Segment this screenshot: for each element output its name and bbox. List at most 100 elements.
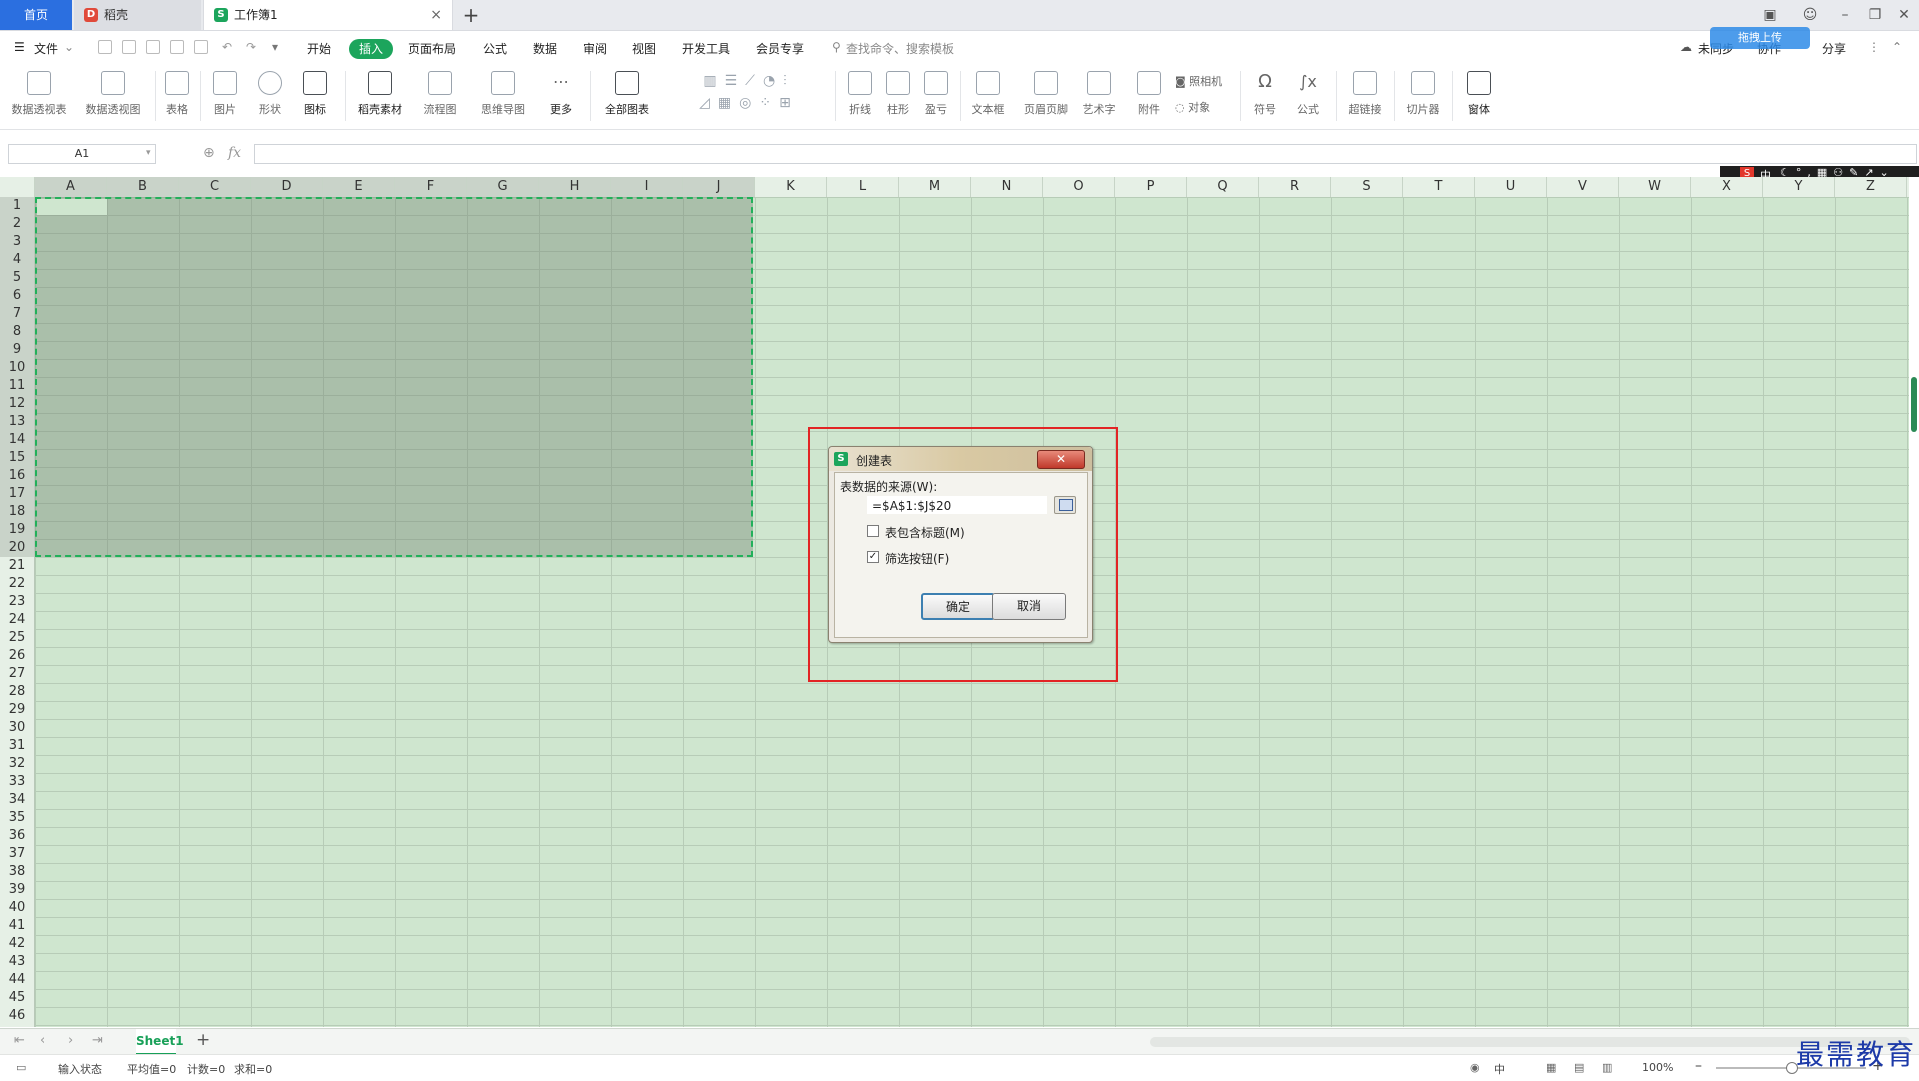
column-header-u[interactable]: U [1475,177,1547,197]
row-header-6[interactable]: 6 [0,287,34,305]
row-header-20[interactable]: 20 [0,539,34,557]
row-header-24[interactable]: 24 [0,611,34,629]
row-header-40[interactable]: 40 [0,899,34,917]
column-header-h[interactable]: H [539,177,611,197]
row-header-11[interactable]: 11 [0,377,34,395]
row-header-33[interactable]: 33 [0,773,34,791]
eye-protection-icon[interactable]: ◉ [1470,1061,1480,1074]
chevron-down-icon[interactable]: ⌄ [64,40,74,54]
restore-button[interactable]: ❐ [1860,0,1890,30]
row-header-13[interactable]: 13 [0,413,34,431]
vertical-scroll-thumb[interactable] [1911,377,1917,432]
share-button[interactable]: 分享 [1822,40,1846,57]
row-header-1[interactable]: 1 [0,197,34,215]
print-preview-icon[interactable] [194,40,208,54]
row-header-45[interactable]: 45 [0,989,34,1007]
column-header-r[interactable]: R [1259,177,1331,197]
ok-button[interactable]: 确定 [921,593,995,620]
dialog-close-button[interactable]: ✕ [1037,450,1085,469]
line-chart-icon[interactable]: ⟋ [745,73,755,89]
normal-view-icon[interactable]: ▦ [1546,1061,1556,1074]
filter-checkbox[interactable]: ✓ [867,551,879,563]
row-header-17[interactable]: 17 [0,485,34,503]
mindmap-button[interactable]: 思维导图 [472,65,534,117]
row-header-3[interactable]: 3 [0,233,34,251]
row-header-46[interactable]: 46 [0,1007,34,1025]
print-icon[interactable] [170,40,184,54]
first-sheet-icon[interactable]: ⇤ [14,1033,25,1048]
row-header-4[interactable]: 4 [0,251,34,269]
column-header-n[interactable]: N [971,177,1043,197]
row-header-26[interactable]: 26 [0,647,34,665]
float-upload-badge[interactable]: 拖拽上传 [1710,27,1810,49]
tab-daoke[interactable]: D 稻壳 [74,0,201,30]
icons-button[interactable]: 图标 [295,65,335,117]
tab-home[interactable]: 首页 [0,0,72,30]
cancel-button[interactable]: 取消 [992,593,1066,620]
menu-data[interactable]: 数据 [533,40,557,57]
scatter-chart-icon[interactable]: ⁘ [759,95,771,111]
new-tab-button[interactable]: + [460,0,482,30]
pie-chart-icon[interactable]: ◔ [763,73,775,89]
column-header-l[interactable]: L [827,177,899,197]
range-picker-button[interactable] [1054,496,1076,514]
zoom-formula-icon[interactable]: ⊕ [203,145,215,161]
row-header-25[interactable]: 25 [0,629,34,647]
row-header-16[interactable]: 16 [0,467,34,485]
name-box[interactable]: A1 [8,144,156,164]
row-header-31[interactable]: 31 [0,737,34,755]
row-header-29[interactable]: 29 [0,701,34,719]
row-header-34[interactable]: 34 [0,791,34,809]
row-header-23[interactable]: 23 [0,593,34,611]
shape-button[interactable]: 形状 [250,65,290,117]
wordart-button[interactable]: 艺术字 [1076,65,1122,117]
prev-sheet-icon[interactable]: ‹ [40,1033,45,1048]
row-header-42[interactable]: 42 [0,935,34,953]
daoke-assets-button[interactable]: 稻壳素材 [352,65,408,117]
new-icon[interactable] [98,40,112,54]
menu-page-layout[interactable]: 页面布局 [408,40,456,57]
row-header-27[interactable]: 27 [0,665,34,683]
row-header-35[interactable]: 35 [0,809,34,827]
row-header-5[interactable]: 5 [0,269,34,287]
column-header-d[interactable]: D [251,177,323,197]
row-header-44[interactable]: 44 [0,971,34,989]
sparkline-winloss-button[interactable]: 盈亏 [918,65,954,117]
sparkline-column-button[interactable]: 柱形 [880,65,916,117]
column-header-z[interactable]: Z [1835,177,1907,197]
layout-icon[interactable]: ▣ [1755,0,1785,30]
sheet-tab-sheet1[interactable]: Sheet1 [136,1029,184,1055]
formula-input[interactable] [254,144,1917,164]
row-header-18[interactable]: 18 [0,503,34,521]
row-header-22[interactable]: 22 [0,575,34,593]
row-header-21[interactable]: 21 [0,557,34,575]
row-header-28[interactable]: 28 [0,683,34,701]
column-header-o[interactable]: O [1043,177,1115,197]
pivot-table-button[interactable]: 数据透视表 [8,65,70,117]
menu-review[interactable]: 审阅 [583,40,607,57]
column-header-s[interactable]: S [1331,177,1403,197]
menu-file[interactable]: 文件 [34,40,58,57]
column-header-k[interactable]: K [755,177,827,197]
select-all-corner[interactable] [0,177,35,197]
object-button[interactable]: ◌ 对象 [1175,99,1210,115]
column-header-t[interactable]: T [1403,177,1475,197]
row-header-12[interactable]: 12 [0,395,34,413]
slicer-button[interactable]: 切片器 [1400,65,1446,117]
flowchart-button[interactable]: 流程图 [415,65,465,117]
close-window-button[interactable]: ✕ [1889,0,1919,30]
hamburger-icon[interactable]: ☰ [14,40,25,54]
column-header-w[interactable]: W [1619,177,1691,197]
pivot-chart-button[interactable]: 数据透视图 [80,65,146,117]
redo-icon[interactable]: ↷ [246,40,256,54]
header-checkbox-label[interactable]: 表包含标题(M) [885,524,965,541]
page-break-view-icon[interactable]: ▥ [1602,1061,1612,1074]
row-header-36[interactable]: 36 [0,827,34,845]
column-header-g[interactable]: G [467,177,539,197]
table-button[interactable]: 表格 [160,65,194,117]
column-header-b[interactable]: B [107,177,179,197]
selection-range[interactable] [35,197,753,557]
row-header-14[interactable]: 14 [0,431,34,449]
format-painter-icon[interactable] [146,40,160,54]
area-chart-icon[interactable]: ◿ [699,95,710,111]
